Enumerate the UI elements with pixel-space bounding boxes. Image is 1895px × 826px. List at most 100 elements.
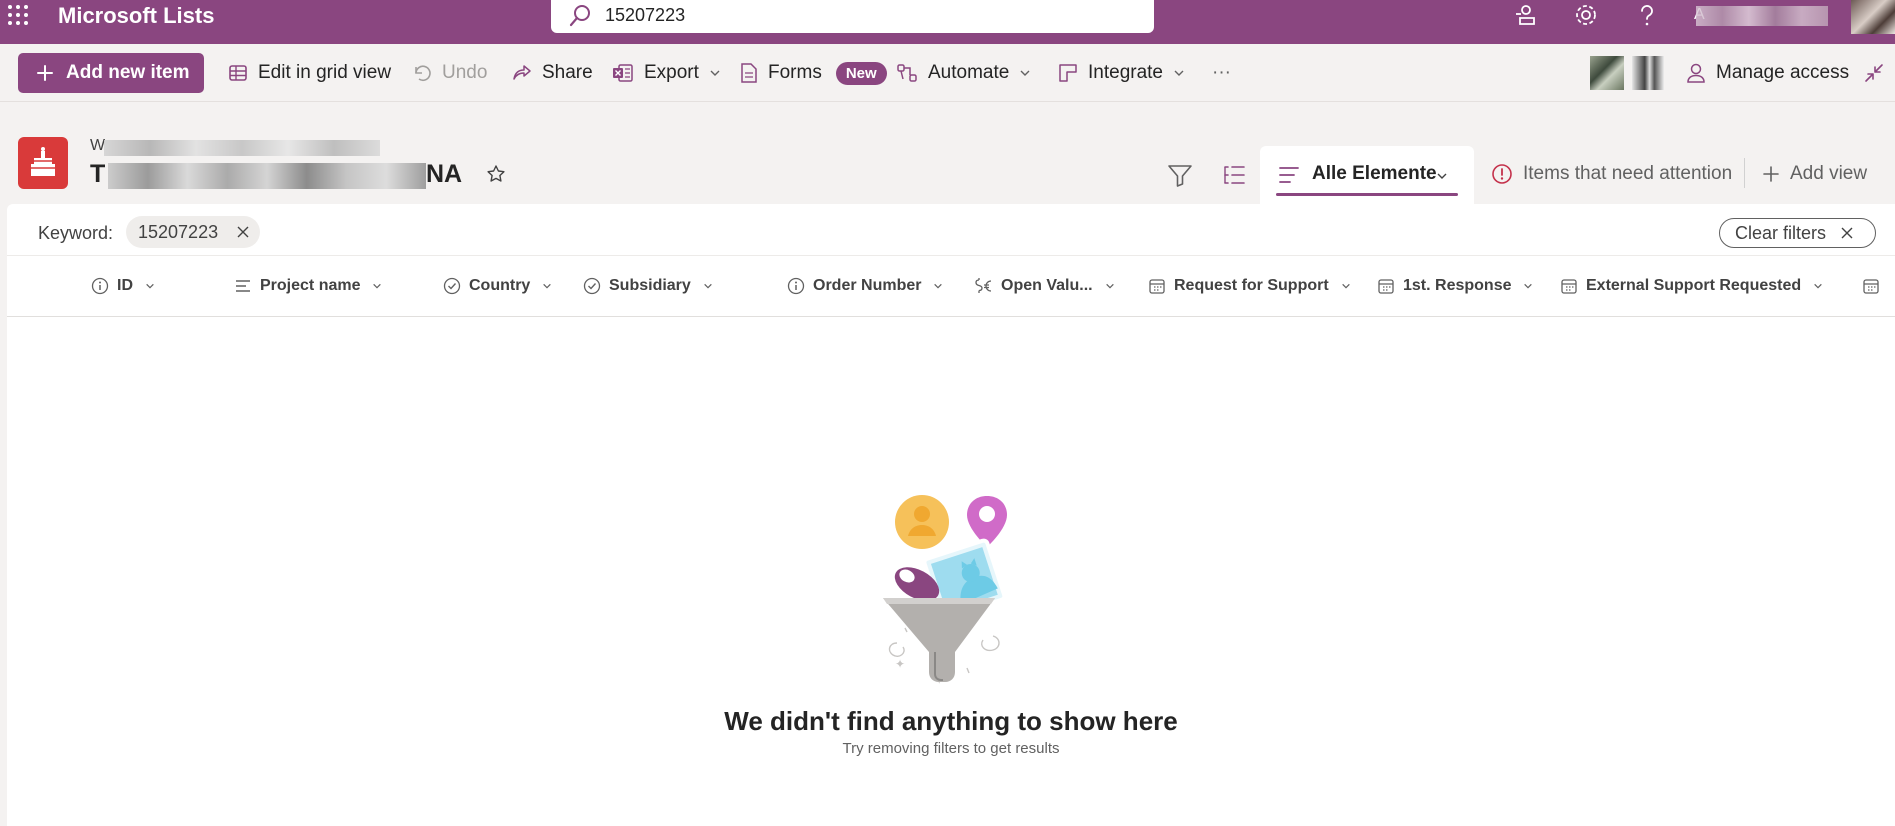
list-title-suffix: NA <box>426 160 463 188</box>
chevron-down-icon <box>1341 283 1350 289</box>
empty-state-title: We didn't find anything to show here <box>724 706 1178 736</box>
column-header-project-name[interactable]: Project name <box>234 277 382 295</box>
feedback-icon[interactable] <box>1511 2 1539 30</box>
avatar[interactable] <box>1632 56 1664 90</box>
list-cake-icon <box>31 147 55 176</box>
column-header-label: Country <box>469 277 531 294</box>
automate-button[interactable]: Automate <box>896 57 1031 89</box>
automate-label: Automate <box>928 62 1010 83</box>
grid-icon <box>229 65 247 81</box>
calendar-icon <box>1149 279 1165 294</box>
forms-icon <box>741 63 757 83</box>
column-header-request-for-support[interactable]: Request for Support <box>1148 277 1351 295</box>
app-launcher-icon[interactable] <box>6 3 30 27</box>
favorite-star-icon[interactable] <box>486 164 506 184</box>
add-view-label: Add view <box>1790 163 1868 184</box>
empty-state-subtitle: Try removing filters to get results <box>842 740 1060 757</box>
column-header-1st-response[interactable]: 1st. Response <box>1377 277 1533 295</box>
chevron-down-icon <box>934 283 943 289</box>
search-box[interactable] <box>551 0 1154 33</box>
tab-alle-elemente-label: Alle Elemente <box>1312 163 1437 184</box>
person-icon <box>1687 63 1705 83</box>
share-label: Share <box>542 62 593 83</box>
top-app-bar: Microsoft Lists A <box>0 0 1895 44</box>
list-title-redacted <box>108 163 426 189</box>
add-view-button[interactable]: Add view <box>1762 163 1867 185</box>
undo-button[interactable]: Undo <box>412 57 487 89</box>
column-header-order-number[interactable]: Order Number <box>787 277 943 295</box>
manage-access-label: Manage access <box>1716 62 1850 83</box>
chevron-down-icon <box>543 283 552 289</box>
tab-divider <box>1744 158 1745 188</box>
integrate-icon <box>1059 64 1077 82</box>
filter-icon[interactable] <box>1165 160 1195 190</box>
chevron-down-icon <box>1105 283 1114 289</box>
column-header-more[interactable] <box>1862 277 1880 295</box>
add-new-item-button[interactable]: Add new item <box>18 53 204 93</box>
check-circle-icon <box>443 277 461 295</box>
keyword-filter-chip[interactable]: 15207223 <box>126 216 260 248</box>
clear-filters-button[interactable]: Clear filters <box>1719 218 1876 248</box>
tab-items-need-attention[interactable]: Items that need attention <box>1491 163 1732 185</box>
keyword-label: Keyword: <box>38 223 114 243</box>
column-header-id[interactable]: ID <box>91 277 155 295</box>
user-name-redacted <box>1696 6 1828 26</box>
alert-circle-icon <box>1492 164 1512 184</box>
column-header-label: External Support Requested <box>1586 277 1802 294</box>
list-options-icon[interactable] <box>1219 160 1249 190</box>
site-name-initial[interactable]: W <box>90 137 105 155</box>
column-header-open-value[interactable]: Open Valu... <box>973 277 1115 295</box>
column-header-label: ID <box>117 277 133 294</box>
column-header-subsidiary[interactable]: Subsidiary <box>583 277 713 295</box>
avatar[interactable] <box>1590 56 1624 90</box>
automate-icon <box>897 64 917 82</box>
forms-button[interactable]: Forms New <box>740 57 887 89</box>
undo-label: Undo <box>442 62 488 83</box>
chevron-down-icon <box>704 283 712 289</box>
column-header-label: Project name <box>260 277 361 294</box>
close-icon[interactable] <box>236 225 250 239</box>
manage-access-button[interactable]: Manage access <box>1686 57 1849 89</box>
collapse-icon[interactable] <box>1862 61 1886 85</box>
column-header-label: Open Valu... <box>1001 277 1093 294</box>
edit-grid-view-button[interactable]: Edit in grid view <box>228 57 391 89</box>
export-label: Export <box>644 62 699 83</box>
chevron-down-icon <box>1020 70 1030 76</box>
help-icon[interactable] <box>1633 2 1661 30</box>
column-header-row: ID Project name Country Subsidiary Order… <box>7 257 1895 317</box>
view-lines-icon <box>1279 167 1299 183</box>
column-header-country[interactable]: Country <box>443 277 552 295</box>
info-icon <box>787 277 805 295</box>
integrate-button[interactable]: Integrate <box>1058 57 1185 89</box>
list-panel: Keyword: 15207223 Clear filters ID Proje… <box>7 204 1895 826</box>
check-circle-icon <box>583 277 601 295</box>
command-bar: Add new item Edit in grid view Undo Shar… <box>0 44 1895 102</box>
tab-alle-elemente[interactable]: Alle Elemente <box>1260 146 1474 204</box>
edit-grid-view-label: Edit in grid view <box>258 62 392 83</box>
forms-label: Forms <box>768 62 822 83</box>
site-name-redacted <box>104 140 380 156</box>
excel-icon <box>613 64 633 82</box>
calendar-icon <box>1863 279 1879 294</box>
svg-text:✦: ✦ <box>895 657 905 671</box>
column-header-external-support-requested[interactable]: External Support Requested <box>1560 277 1823 295</box>
chevron-down-icon <box>710 70 720 76</box>
integrate-label: Integrate <box>1088 62 1163 83</box>
keyword-value: 15207223 <box>138 221 219 242</box>
avatar[interactable] <box>1851 0 1895 34</box>
export-button[interactable]: Export <box>612 57 721 89</box>
search-input[interactable] <box>605 3 1125 27</box>
list-icon <box>18 137 68 189</box>
share-button[interactable]: Share <box>512 57 593 89</box>
app-title[interactable]: Microsoft Lists <box>58 3 214 29</box>
close-icon <box>1841 227 1853 239</box>
column-header-label: Order Number <box>813 277 922 294</box>
column-header-label: Subsidiary <box>609 277 691 294</box>
gear-icon[interactable] <box>1572 2 1600 30</box>
tab-items-need-attention-label: Items that need attention <box>1523 163 1733 184</box>
plus-icon <box>37 65 53 81</box>
info-icon <box>91 277 109 295</box>
chevron-down-icon <box>146 283 154 289</box>
more-options-button[interactable]: ··· <box>1212 57 1231 89</box>
currency-icon <box>975 278 992 293</box>
